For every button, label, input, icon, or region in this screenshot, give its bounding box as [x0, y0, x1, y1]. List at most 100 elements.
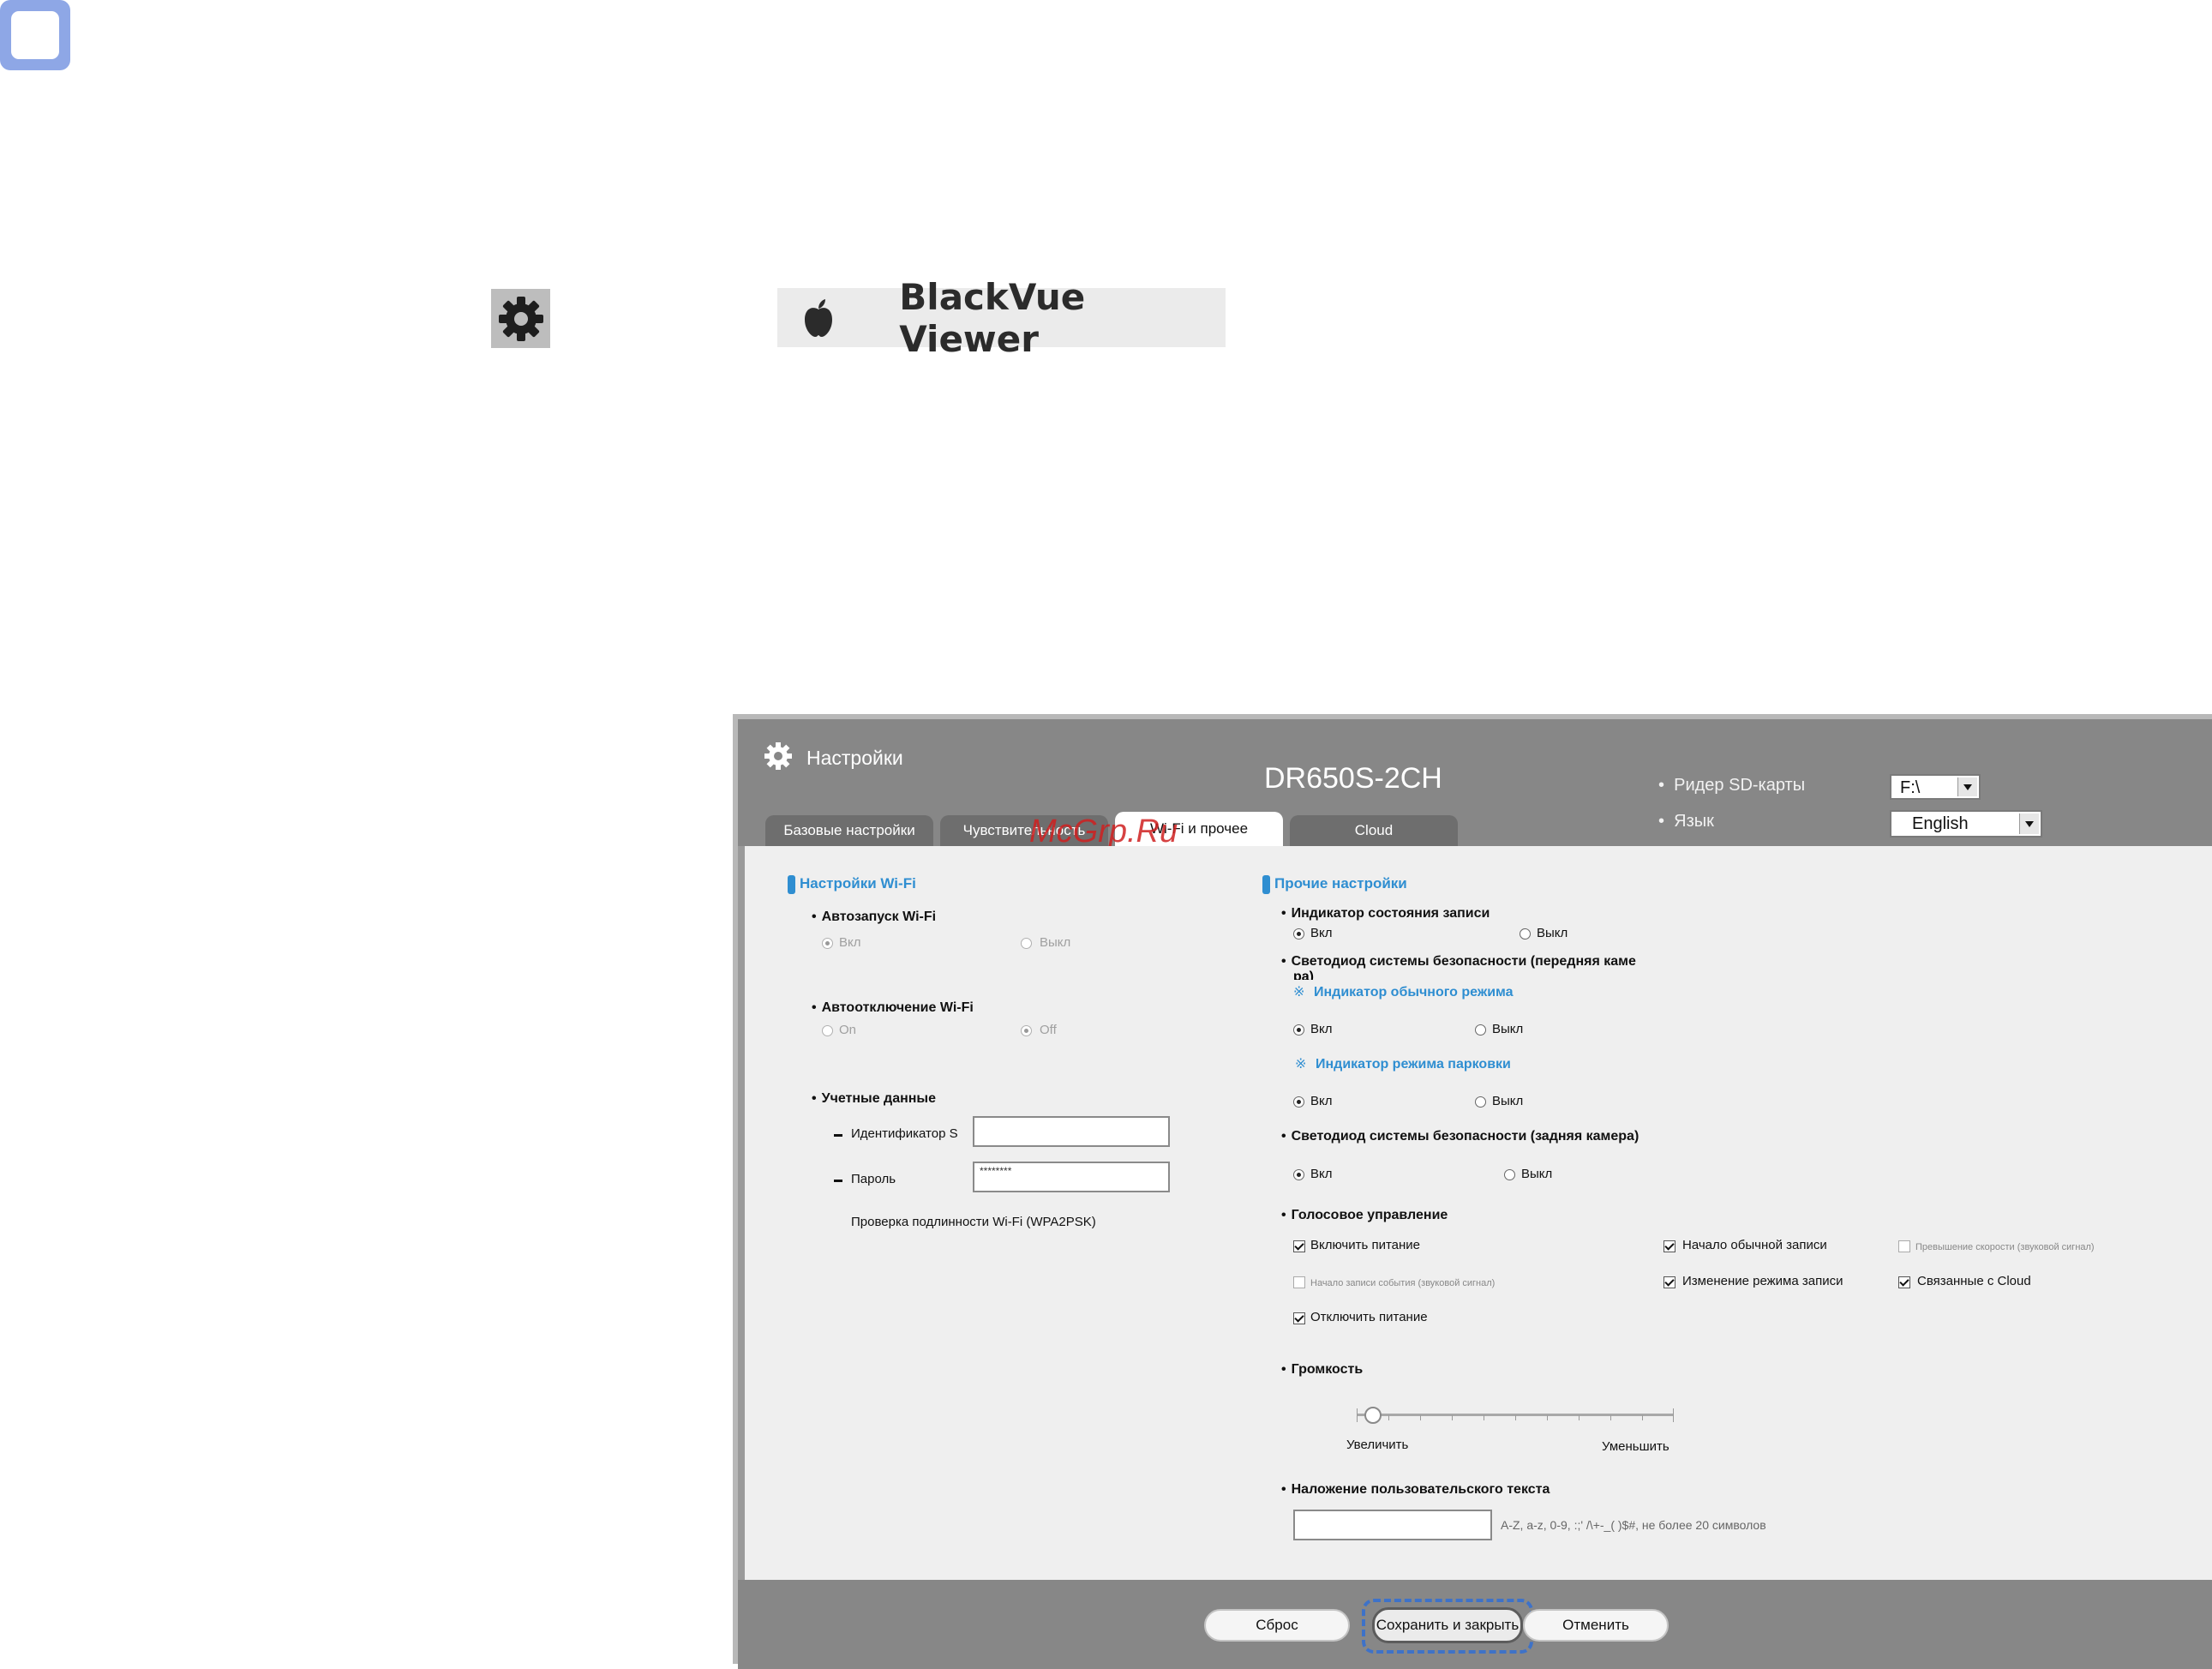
rec-indicator-label: Индикатор состояния записи — [1281, 906, 1490, 922]
watermark: McGrp.Ru — [1029, 813, 1178, 850]
password-label: Пароль — [851, 1172, 896, 1186]
normal-indicator-off-label: Выкл — [1492, 1022, 1524, 1036]
parking-indicator-off-label: Выкл — [1492, 1094, 1524, 1108]
apple-icon — [801, 296, 842, 340]
tab-cloud[interactable]: Cloud — [1290, 815, 1458, 846]
wifi-autooff-on-radio[interactable] — [822, 1025, 833, 1036]
settings-content: Настройки Wi-Fi Автозапуск Wi-Fi Вкл Вык… — [745, 846, 2212, 1580]
rec-indicator-off-label: Выкл — [1537, 926, 1568, 940]
overlay-text-input[interactable] — [1293, 1510, 1492, 1540]
asterisk-icon: ※ — [1295, 1057, 1307, 1072]
slider-tick — [1515, 1415, 1516, 1420]
wifi-autostart-on-radio[interactable] — [822, 938, 833, 949]
slider-tick — [1579, 1415, 1580, 1420]
voice-mode-change-label: Изменение режима записи — [1682, 1274, 1843, 1288]
voice-cloud-checkbox[interactable] — [1898, 1276, 1910, 1288]
gear-icon — [491, 289, 550, 348]
volume-slider-handle[interactable] — [1364, 1407, 1382, 1424]
normal-mode-indicator-label: Индикатор обычного режима — [1314, 985, 1514, 1000]
bullet-dash — [834, 1134, 842, 1137]
language-select[interactable]: English — [1890, 810, 2042, 838]
rec-indicator-on-radio[interactable] — [1293, 928, 1304, 940]
other-section-title: Прочие настройки — [1274, 875, 1407, 892]
voice-power-on-label: Включить питание — [1310, 1238, 1421, 1252]
cancel-button[interactable]: Отменить — [1523, 1609, 1669, 1642]
voice-power-off-checkbox[interactable] — [1293, 1312, 1305, 1324]
voice-power-on-checkbox[interactable] — [1293, 1240, 1305, 1252]
rear-led-on-label: Вкл — [1310, 1167, 1333, 1181]
ssid-label: Идентификатор S — [851, 1126, 958, 1141]
wifi-autooff-on-label: On — [839, 1023, 857, 1037]
rear-led-label: Светодиод системы безопасности (задняя к… — [1281, 1129, 1640, 1144]
volume-increase-label: Увеличить — [1346, 1438, 1409, 1452]
voice-speeding-checkbox[interactable] — [1898, 1240, 1910, 1252]
slider-end-tick — [1673, 1408, 1674, 1422]
parking-mode-indicator-label: Индикатор режима парковки — [1316, 1057, 1511, 1072]
wifi-section-title: Настройки Wi-Fi — [800, 875, 916, 892]
step-marker-icon — [0, 0, 70, 70]
normal-indicator-off-radio[interactable] — [1475, 1024, 1486, 1036]
overlay-text-label: Наложение пользовательского текста — [1281, 1482, 1550, 1498]
blackvue-viewer-label: BlackVue Viewer — [777, 276, 1226, 360]
voice-speeding-label: Превышение скорости (звуковой сигнал) — [1915, 1242, 2095, 1252]
tab-basic[interactable]: Базовые настройки — [765, 815, 933, 846]
save-close-button[interactable]: Сохранить и закрыть — [1372, 1607, 1523, 1643]
rec-indicator-on-label: Вкл — [1310, 926, 1333, 940]
chevron-down-icon — [2019, 813, 2039, 834]
wifi-autooff-label: Автоотключение Wi-Fi — [812, 1000, 974, 1016]
voice-normal-rec-label: Начало обычной записи — [1682, 1238, 1827, 1252]
front-led-label-cont: ра) — [1293, 970, 1314, 980]
voice-mode-change-checkbox[interactable] — [1663, 1276, 1675, 1288]
voice-cloud-label: Связанные с Cloud — [1917, 1274, 2031, 1288]
slider-tick — [1610, 1415, 1611, 1420]
reset-button[interactable]: Сброс — [1204, 1609, 1350, 1642]
rear-led-off-label: Выкл — [1521, 1167, 1553, 1181]
volume-label: Громкость — [1281, 1362, 1364, 1378]
slider-tick — [1420, 1415, 1421, 1420]
slider-tick — [1642, 1415, 1643, 1420]
voice-power-off-label: Отключить питание — [1310, 1310, 1428, 1324]
language-label: • Язык — [1658, 812, 1714, 831]
slider-tick — [1388, 1415, 1389, 1420]
slider-tick — [1452, 1415, 1453, 1420]
parking-indicator-on-label: Вкл — [1310, 1094, 1333, 1108]
normal-indicator-on-label: Вкл — [1310, 1022, 1333, 1036]
wifi-autooff-off-radio[interactable] — [1021, 1025, 1032, 1036]
bullet-dash — [834, 1180, 842, 1182]
wifi-autostart-on-label: Вкл — [839, 935, 861, 950]
front-led-label: Светодиод системы безопасности (передняя… — [1281, 954, 1636, 970]
password-input[interactable]: ******** — [973, 1162, 1170, 1192]
wifi-autooff-off-label: Off — [1040, 1023, 1057, 1037]
credentials-label: Учетные данные — [812, 1091, 936, 1107]
window-header: Настройки DR650S-2CH • Ридер SD-карты F:… — [738, 719, 2212, 846]
sd-reader-label: • Ридер SD-карты — [1658, 776, 1806, 795]
asterisk-icon: ※ — [1293, 985, 1305, 1000]
model-name: DR650S-2CH — [1264, 762, 1442, 795]
voice-event-rec-checkbox[interactable] — [1293, 1276, 1305, 1288]
rear-led-on-radio[interactable] — [1293, 1169, 1304, 1180]
slider-end-tick — [1357, 1408, 1358, 1422]
slider-tick — [1547, 1415, 1548, 1420]
ssid-input[interactable] — [973, 1116, 1170, 1147]
window-title: Настройки — [806, 747, 903, 769]
section-marker — [1262, 875, 1270, 894]
volume-decrease-label: Уменьшить — [1602, 1439, 1669, 1454]
sd-reader-select[interactable]: F:\ — [1890, 774, 1981, 800]
voice-event-rec-label: Начало записи события (звуковой сигнал) — [1310, 1278, 1496, 1288]
voice-normal-rec-checkbox[interactable] — [1663, 1240, 1675, 1252]
chevron-down-icon — [1957, 777, 1977, 796]
wifi-autostart-off-label: Выкл — [1040, 935, 1071, 950]
parking-indicator-on-radio[interactable] — [1293, 1096, 1304, 1108]
settings-gear-icon — [764, 741, 793, 775]
wifi-autostart-label: Автозапуск Wi-Fi — [812, 910, 936, 925]
rec-indicator-off-radio[interactable] — [1520, 928, 1531, 940]
voice-label: Голосовое управление — [1281, 1208, 1448, 1223]
auth-note: Проверка подлинности Wi-Fi (WPA2PSK) — [851, 1215, 1096, 1229]
settings-window: Настройки DR650S-2CH • Ридер SD-карты F:… — [733, 714, 2212, 1669]
parking-indicator-off-radio[interactable] — [1475, 1096, 1486, 1108]
normal-indicator-on-radio[interactable] — [1293, 1024, 1304, 1036]
window-footer: Сброс Сохранить и закрыть Отменить — [738, 1580, 2212, 1669]
rear-led-off-radio[interactable] — [1504, 1169, 1515, 1180]
overlay-text-hint: A-Z, a-z, 0-9, :;' /\+-_( )$#, не более … — [1501, 1518, 1766, 1532]
wifi-autostart-off-radio[interactable] — [1021, 938, 1032, 949]
